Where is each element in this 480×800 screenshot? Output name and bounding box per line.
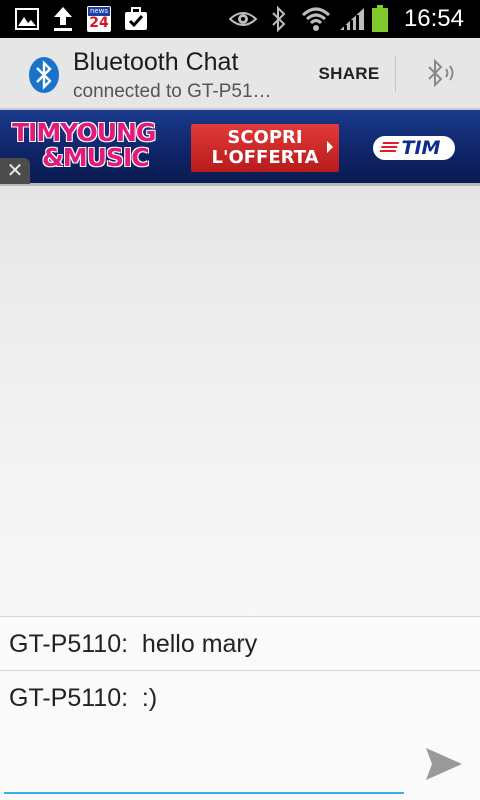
- battery-icon: [369, 0, 391, 38]
- conversation-view[interactable]: GT-P5110: hello mary GT-P5110: :): [0, 186, 480, 724]
- message-list: GT-P5110: hello mary GT-P5110: :): [0, 616, 480, 724]
- bluetooth-app-icon[interactable]: [28, 56, 60, 94]
- news-badge-number: 24: [89, 15, 109, 31]
- ad-cta-line2: L'OFFERTA: [211, 147, 319, 168]
- ad-brand-line2: &MUSIC: [42, 143, 150, 172]
- ad-cta-line1: SCOPRI: [227, 127, 303, 148]
- ad-brand-text: TIMYOUNG &MUSIC: [12, 120, 182, 170]
- ad-banner[interactable]: TIMYOUNG &MUSIC SCOPRI L'OFFERTA TIM: [0, 110, 480, 186]
- ad-logo-text: TIM: [401, 137, 441, 159]
- action-bar-divider: [395, 56, 396, 92]
- image-icon: [14, 0, 40, 38]
- tim-logo-icon: [378, 142, 400, 154]
- send-button[interactable]: [416, 736, 472, 792]
- ad-close-button[interactable]: ✕: [0, 158, 30, 184]
- signal-icon: [338, 0, 366, 38]
- ad-cta-button[interactable]: SCOPRI L'OFFERTA: [191, 124, 339, 172]
- ad-logo: TIM: [373, 136, 455, 160]
- connection-status: connected to GT-P51…: [73, 81, 272, 102]
- message-item: GT-P5110: hello mary: [0, 616, 480, 670]
- status-clock: 16:54: [403, 5, 464, 32]
- news24-icon: news 24: [86, 0, 112, 38]
- message-item: GT-P5110: :): [0, 670, 480, 724]
- ad-cta-arrow-icon: [327, 141, 333, 153]
- bluetooth-icon: [268, 0, 290, 38]
- wifi-icon: [300, 0, 332, 38]
- app-title: Bluetooth Chat: [73, 48, 239, 76]
- eye-icon: [228, 0, 258, 38]
- send-icon: [426, 748, 462, 780]
- bluetooth-discoverable-button[interactable]: [405, 38, 475, 110]
- compose-bar: [0, 724, 480, 800]
- ad-brand-line1: TIMYOUNG: [12, 118, 156, 147]
- status-bar: news 24 16:54: [0, 0, 480, 38]
- action-bar: Bluetooth Chat connected to GT-P51… SHAR…: [0, 38, 480, 110]
- bluetooth-discoverable-icon: [428, 58, 454, 88]
- upload-icon: [51, 0, 75, 38]
- message-input[interactable]: [4, 728, 404, 794]
- share-button[interactable]: SHARE: [306, 38, 392, 110]
- briefcase-check-icon: [123, 0, 149, 38]
